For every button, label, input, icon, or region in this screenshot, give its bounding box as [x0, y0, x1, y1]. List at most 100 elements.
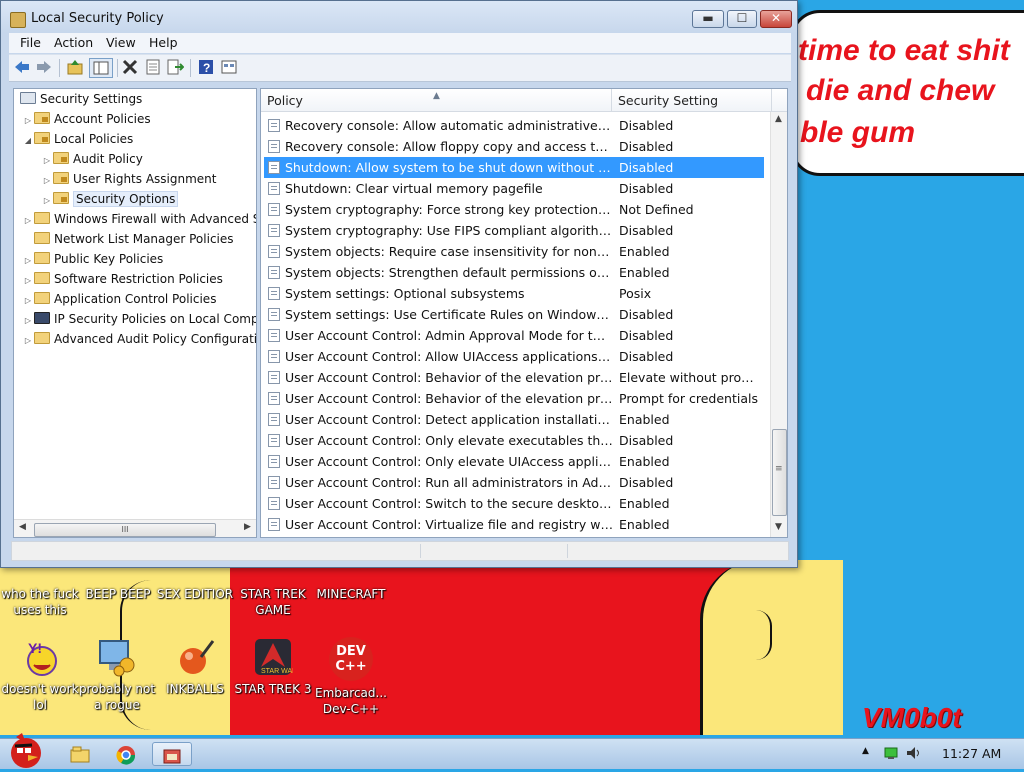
expand-arrow-icon[interactable]: ▷	[22, 331, 34, 351]
menu-help[interactable]: Help	[149, 35, 178, 50]
tree-item-application-control[interactable]: ▷ Application Control Policies	[22, 289, 216, 309]
policy-setting: Disabled	[619, 139, 674, 154]
expand-arrow-icon[interactable]: ▷	[22, 311, 34, 331]
desktop-icon[interactable]: SEX EDITIOR	[155, 586, 235, 602]
tree-item-security-options[interactable]: ▷ Security Options	[41, 189, 179, 211]
show-hidden-icons-button[interactable]: ▲	[862, 746, 869, 756]
minimize-button[interactable]: ▬	[692, 10, 724, 28]
policy-row[interactable]: User Account Control: Behavior of the el…	[264, 388, 764, 409]
tree-item-audit-policy[interactable]: ▷ Audit Policy	[41, 149, 143, 169]
policy-row[interactable]: User Account Control: Virtualize file an…	[264, 514, 764, 535]
desktop-icon[interactable]: BEEP BEEP	[78, 586, 158, 602]
policy-row[interactable]: User Account Control: Only elevate execu…	[264, 430, 764, 451]
tree-item-advanced-audit[interactable]: ▷ Advanced Audit Policy Configuration	[22, 329, 256, 351]
policy-row[interactable]: Shutdown: Allow system to be shut down w…	[264, 157, 764, 178]
expand-arrow-icon[interactable]: ▷	[22, 271, 34, 291]
volume-icon[interactable]	[906, 746, 922, 763]
tree-item-network-list-manager[interactable]: Network List Manager Policies	[22, 229, 234, 249]
tree-horizontal-scrollbar[interactable]: ◀ III ▶	[14, 519, 256, 537]
policy-icon	[268, 119, 280, 132]
export-list-icon[interactable]	[166, 58, 185, 76]
expand-arrow-icon[interactable]: ▷	[22, 111, 34, 131]
expand-arrow-icon[interactable]: ▷	[22, 251, 34, 271]
desktop-icon[interactable]: Y! doesn't work lol	[0, 637, 80, 713]
desktop-icon[interactable]: INKBALLS	[155, 637, 235, 697]
policy-name: System cryptography: Force strong key pr…	[285, 202, 613, 217]
tree-item-security-settings[interactable]: Security Settings	[20, 89, 142, 109]
dev-cpp-icon: DEV C++	[329, 637, 373, 681]
policy-row[interactable]: System objects: Strengthen default permi…	[264, 262, 764, 283]
scroll-up-icon[interactable]: ▲	[775, 114, 782, 124]
tree-item-ip-security[interactable]: ▷ IP Security Policies on Local Compu	[22, 309, 256, 331]
expand-arrow-icon[interactable]: ▷	[41, 171, 53, 191]
scrollbar-thumb[interactable]: III	[34, 523, 216, 537]
policy-row[interactable]: User Account Control: Run all administra…	[264, 472, 764, 493]
scroll-down-icon[interactable]: ▼	[775, 522, 782, 532]
delete-icon[interactable]	[121, 58, 139, 76]
desktop-icon[interactable]: DEV C++ Embarcad... Dev-C++	[311, 637, 391, 717]
taskbar-explorer-button[interactable]	[60, 742, 100, 766]
console-tree: Security Settings ▷ Account Policies ◢ Loc…	[13, 88, 257, 538]
properties-icon[interactable]	[144, 58, 162, 76]
tree-item-account-policies[interactable]: ▷ Account Policies	[22, 109, 151, 129]
tree-item-windows-firewall[interactable]: ▷ Windows Firewall with Advanced Se	[22, 209, 256, 231]
desktop-icon[interactable]: STAR TREK GAME	[233, 586, 313, 618]
expand-arrow-icon[interactable]: ▷	[41, 151, 53, 171]
policy-row[interactable]: User Account Control: Only elevate UIAcc…	[264, 451, 764, 472]
policy-icon	[268, 350, 280, 363]
speech-text: die and chew	[806, 74, 995, 107]
policy-row[interactable]: User Account Control: Allow UIAccess app…	[264, 346, 764, 367]
title-bar[interactable]: Local Security Policy ▬ ☐ ✕	[1, 1, 797, 33]
policy-row[interactable]: Recovery console: Allow automatic admini…	[264, 115, 764, 136]
column-header-security-setting[interactable]: Security Setting	[612, 89, 772, 112]
forward-arrow-icon[interactable]	[35, 58, 53, 76]
policy-name: System settings: Optional subsystems	[285, 286, 525, 301]
desktop-icon[interactable]: MINECRAFT	[311, 586, 391, 602]
scroll-left-icon[interactable]: ◀	[19, 522, 26, 532]
policy-setting: Disabled	[619, 223, 674, 238]
tree-item-local-policies[interactable]: ◢ Local Policies	[22, 129, 133, 149]
help-icon[interactable]: ?	[197, 58, 215, 76]
close-button[interactable]: ✕	[760, 10, 792, 28]
menu-view[interactable]: View	[106, 35, 136, 50]
policy-row[interactable]: System objects: Require case insensitivi…	[264, 241, 764, 262]
policy-row[interactable]: Shutdown: Clear virtual memory pagefile D…	[264, 178, 764, 199]
expand-arrow-icon[interactable]: ▷	[41, 191, 53, 211]
policy-row[interactable]: System settings: Optional subsystems Posi…	[264, 283, 764, 304]
tree-item-software-restriction[interactable]: ▷ Software Restriction Policies	[22, 269, 223, 289]
up-folder-icon[interactable]	[66, 58, 84, 76]
policy-row[interactable]: User Account Control: Switch to the secu…	[264, 493, 764, 514]
tree-item-public-key-policies[interactable]: ▷ Public Key Policies	[22, 249, 163, 269]
policy-row[interactable]: User Account Control: Admin Approval Mod…	[264, 325, 764, 346]
show-hide-tree-icon[interactable]	[89, 58, 113, 78]
policy-row[interactable]: User Account Control: Behavior of the el…	[264, 367, 764, 388]
policy-name: User Account Control: Allow UIAccess app…	[285, 349, 613, 364]
collapse-arrow-icon[interactable]: ◢	[22, 131, 34, 151]
policy-row[interactable]: System settings: Use Certificate Rules o…	[264, 304, 764, 325]
column-header-policy[interactable]: Policy ▲	[261, 89, 612, 112]
scroll-right-icon[interactable]: ▶	[244, 522, 251, 532]
scrollbar-thumb[interactable]: ≡	[772, 429, 787, 516]
network-icon[interactable]	[884, 746, 898, 763]
policy-row[interactable]: Recovery console: Allow floppy copy and …	[264, 136, 764, 157]
tree-item-user-rights-assignment[interactable]: ▷ User Rights Assignment	[41, 169, 216, 189]
expand-arrow-icon[interactable]: ▷	[22, 211, 34, 231]
list-vertical-scrollbar[interactable]: ▲ ≡ ▼	[770, 112, 787, 537]
policy-name: System objects: Require case insensitivi…	[285, 244, 613, 259]
policy-row[interactable]: System cryptography: Use FIPS compliant …	[264, 220, 764, 241]
taskbar-chrome-button[interactable]	[106, 742, 146, 766]
policy-row[interactable]: System cryptography: Force strong key pr…	[264, 199, 764, 220]
desktop-icon[interactable]: who the fuck uses this	[0, 586, 80, 618]
taskbar-local-security-policy-button[interactable]	[152, 742, 192, 766]
desktop-icon[interactable]: probably not a rogue	[77, 637, 157, 713]
system-clock[interactable]: 11:27 AM	[942, 746, 1001, 761]
maximize-button[interactable]: ☐	[727, 10, 757, 28]
expand-arrow-icon[interactable]: ▷	[22, 291, 34, 311]
details-view-icon[interactable]	[220, 58, 238, 76]
policy-row[interactable]: User Account Control: Detect application…	[264, 409, 764, 430]
desktop-icon[interactable]: STAR WARS STAR TREK 3	[233, 637, 313, 697]
menu-action[interactable]: Action	[54, 35, 93, 50]
menu-file[interactable]: File	[20, 35, 41, 50]
angry-bird-start-icon[interactable]	[4, 731, 46, 769]
back-arrow-icon[interactable]	[13, 58, 31, 76]
